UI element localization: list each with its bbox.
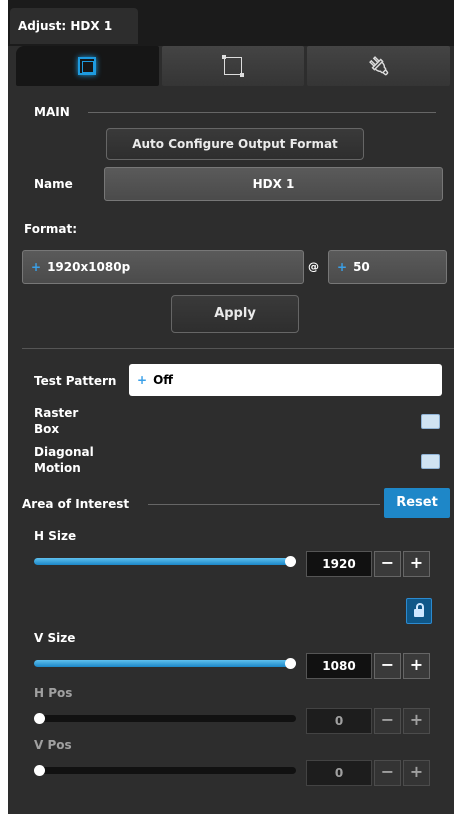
display-square-icon [78, 57, 97, 75]
h-size-slider-fill [34, 558, 296, 565]
lock-icon [414, 603, 424, 617]
rate-select[interactable]: +50 [328, 250, 447, 284]
main-divider [88, 112, 436, 113]
diagonal-motion-label-line1: Diagonal [34, 445, 94, 459]
v-pos-slider[interactable] [34, 765, 296, 776]
h-size-decrement-button[interactable]: − [374, 551, 401, 577]
raster-box-checkbox[interactable] [421, 414, 440, 429]
h-pos-slider-knob[interactable] [34, 713, 45, 724]
section-divider [22, 348, 454, 349]
h-size-slider-knob[interactable] [285, 556, 296, 567]
at-symbol: @ [308, 260, 319, 273]
reset-button[interactable]: Reset [384, 488, 450, 518]
test-pattern-select[interactable]: + Off [129, 364, 442, 396]
area-of-interest-label: Area of Interest [22, 497, 130, 511]
v-size-slider-fill [34, 660, 296, 667]
plus-icon: + [31, 260, 42, 274]
auto-configure-button[interactable]: Auto Configure Output Format [106, 128, 364, 160]
v-pos-value[interactable]: 0 [306, 760, 372, 786]
h-pos-decrement-button[interactable]: − [374, 708, 401, 734]
tab-bar: Adjust: HDX 1 [8, 0, 454, 46]
v-size-label: V Size [34, 631, 76, 645]
plus-icon: + [337, 260, 348, 274]
v-size-slider[interactable] [34, 658, 296, 669]
diagonal-motion-checkbox[interactable] [421, 454, 440, 469]
test-pattern-value: Off [153, 373, 173, 387]
aoi-divider [148, 504, 380, 505]
v-pos-decrement-button[interactable]: − [374, 760, 401, 786]
h-size-label: H Size [34, 529, 77, 543]
v-size-value[interactable]: 1080 [306, 653, 372, 679]
resolution-value: 1920x1080p [47, 260, 131, 274]
format-label: Format: [24, 222, 78, 236]
tab-output-view[interactable] [16, 46, 159, 86]
main-section-label: MAIN [34, 105, 70, 119]
tab-connection[interactable]: 🔌︎ [307, 46, 451, 86]
h-size-slider[interactable] [34, 556, 296, 567]
tab-adjust-hdx1[interactable]: Adjust: HDX 1 [10, 8, 138, 44]
h-pos-value[interactable]: 0 [306, 708, 372, 734]
v-size-increment-button[interactable]: + [403, 653, 430, 679]
aspect-lock-button[interactable] [406, 598, 432, 624]
h-size-increment-button[interactable]: + [403, 551, 430, 577]
v-pos-increment-button[interactable]: + [403, 760, 430, 786]
diagonal-motion-label: Diagonal Motion [34, 444, 94, 476]
rate-value: 50 [353, 260, 370, 274]
v-size-decrement-button[interactable]: − [374, 653, 401, 679]
v-size-slider-knob[interactable] [285, 658, 296, 669]
v-pos-slider-knob[interactable] [34, 765, 45, 776]
h-size-value[interactable]: 1920 [306, 551, 372, 577]
crop-icon [222, 55, 244, 77]
diagonal-motion-label-line2: Motion [34, 461, 81, 475]
view-tab-strip: 🔌︎ [16, 46, 451, 88]
name-field[interactable]: HDX 1 [104, 167, 443, 201]
h-pos-slider[interactable] [34, 713, 296, 724]
adjust-panel: Adjust: HDX 1 🔌︎ MAIN Auto Configure Out… [8, 0, 454, 814]
raster-box-label-line2: Box [34, 422, 60, 436]
plus-icon: + [137, 373, 148, 387]
name-label: Name [34, 177, 73, 191]
apply-button[interactable]: Apply [171, 295, 299, 333]
h-pos-label: H Pos [34, 686, 73, 700]
test-pattern-label: Test Pattern [34, 374, 117, 388]
tab-crop[interactable] [161, 46, 305, 86]
v-pos-label: V Pos [34, 738, 72, 752]
resolution-select[interactable]: +1920x1080p [22, 250, 304, 284]
plug-icon: 🔌︎ [367, 55, 391, 77]
raster-box-label-line1: Raster [34, 406, 79, 420]
raster-box-label: Raster Box [34, 405, 78, 437]
h-pos-increment-button[interactable]: + [403, 708, 430, 734]
